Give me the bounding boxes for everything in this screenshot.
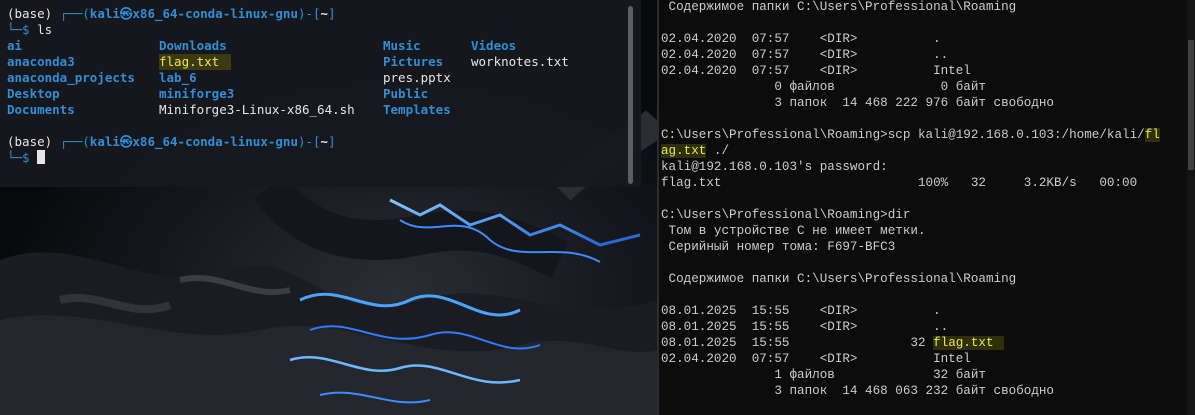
cmd-line: Том в устройстве C не имеет метки. (661, 224, 926, 238)
cmd-line: 02.04.2020 07:57 <DIR> . (661, 32, 941, 46)
text-cursor (37, 150, 46, 164)
ls-item: ai (7, 38, 23, 53)
command-line[interactable]: └─$ (7, 150, 46, 166)
cmd-highlight: flag.txt (933, 336, 1004, 350)
cmd-line: 08.01.2025 15:55 <DIR> .. (661, 320, 949, 334)
cmd-highlight: fl (1144, 128, 1160, 142)
cmd-line: C:\Users\Professional\Roaming>scp kali@1… (661, 128, 1160, 142)
prompt-line: (base) ┌──(kali㉿x86_64-conda-linux-gnu)-… (7, 6, 336, 21)
ls-item: worknotes.txt (471, 54, 569, 69)
ls-item: Miniforge3-Linux-x86_64.sh (159, 102, 355, 117)
cmd-line: 02.04.2020 07:57 <DIR> Intel (661, 352, 971, 366)
ls-item-flag: flag.txt (159, 54, 232, 70)
cmd-line: 3 папок 14 468 063 232 байт свободно (661, 384, 1054, 398)
cmd-line: kali@192.168.0.103's password: (661, 160, 888, 174)
kali-terminal-window[interactable]: (base) ┌──(kali㉿x86_64-conda-linux-gnu)-… (0, 0, 641, 187)
ls-item: lab_6 (159, 70, 197, 85)
cmd-highlight: ag.txt (661, 144, 707, 158)
ls-item: Music (383, 38, 421, 53)
command-line: └─$ ls (7, 22, 53, 37)
prompt-line: (base) ┌──(kali㉿x86_64-conda-linux-gnu)-… (7, 134, 336, 149)
cmd-line: Серийный номер тома: F697-BFC3 (661, 240, 896, 254)
windows-cmd-window[interactable]: Содержимое папки C:\Users\Professional\R… (659, 0, 1187, 415)
ls-item: miniforge3 (159, 86, 235, 101)
cmd-line: 02.04.2020 07:57 <DIR> Intel (661, 64, 971, 78)
cmd-line: ag.txt ./ (661, 144, 730, 158)
ls-item: anaconda3 (7, 54, 75, 69)
ls-item: Templates (383, 102, 451, 117)
cmd-line: 02.04.2020 07:57 <DIR> .. (661, 48, 949, 62)
cmd-line: 1 файлов 32 байт (661, 368, 986, 382)
cmd-line: 08.01.2025 15:55 32 flag.txt (661, 335, 1004, 351)
cmd-line: 0 файлов 0 байт (661, 80, 986, 94)
cmd-line: Содержимое папки C:\Users\Professional\R… (661, 0, 1017, 14)
ls-item: Pictures (383, 54, 444, 69)
cmd-line: 3 папок 14 468 222 976 байт свободно (661, 96, 1054, 110)
ls-item: Downloads (159, 38, 227, 53)
cmd-scrollbar-thumb[interactable] (1188, 40, 1194, 170)
cmd-line: C:\Users\Professional\Roaming>dir (661, 208, 911, 222)
cmd-line: 08.01.2025 15:55 <DIR> . (661, 304, 941, 318)
cmd-line: flag.txt 100% 32 3.2KB/s 00:00 (661, 176, 1138, 190)
ls-item: Documents (7, 102, 75, 117)
kali-desktop: (base) ┌──(kali㉿x86_64-conda-linux-gnu)-… (0, 0, 657, 415)
ls-item: pres.pptx (383, 70, 451, 85)
kali-scrollbar[interactable] (628, 6, 633, 184)
ls-item: Public (383, 86, 429, 101)
cmd-line: Содержимое папки C:\Users\Professional\R… (661, 272, 1017, 286)
ls-item: Videos (471, 38, 517, 53)
ls-item: anaconda_projects (7, 70, 135, 85)
ls-item: Desktop (7, 86, 60, 101)
